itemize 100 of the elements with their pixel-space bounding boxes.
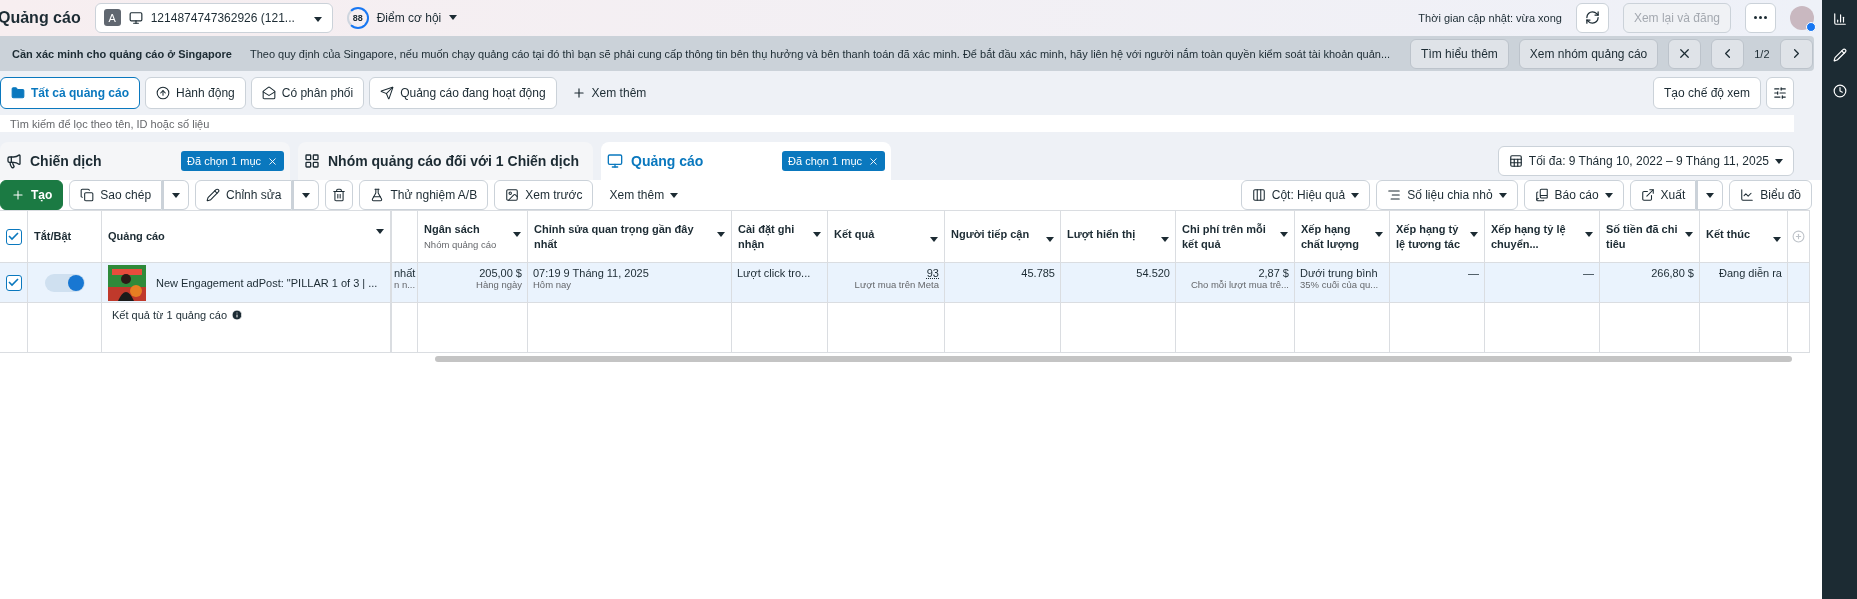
filter-chip[interactable]: Hành động (145, 77, 246, 110)
column-header: Xếp hạng tỷ lệ chuyển... (1491, 221, 1567, 252)
dropdown-button[interactable] (1696, 180, 1724, 211)
filter-chip[interactable]: Quảng cáo đang hoạt động (369, 77, 557, 110)
column-header: Chi phí trên mỗi kết quả (1182, 221, 1267, 252)
more-icon (1754, 16, 1767, 20)
table-cell: 54.520 (1136, 267, 1170, 280)
table-cell: Lượt click tro... (737, 267, 811, 280)
window-icon (607, 153, 623, 170)
banner-message: Theo quy định của Singapore, nếu muốn chạy quảng cáo tại đó thì bạn sẽ phải cung cấp thông tin bên thụ hưởng và bên thanh toán đã xác minh. Để bắt đầu xác minh, hãy liên hệ với người nắm toàn quyền kiểm soát tài khoản quản... (249, 47, 1391, 60)
column-header: Người tiếp cận (951, 227, 1030, 243)
more-filters-button[interactable]: Xem thêm (561, 78, 657, 109)
toolbar-button[interactable]: Thử nghiệm A/B (359, 180, 489, 211)
column-header: Ngân sách (424, 221, 481, 237)
table-cell: 07:19 9 Tháng 11, 2025 (533, 267, 649, 280)
export-icon (1640, 188, 1655, 203)
megaphone-icon (6, 153, 22, 170)
caret-icon (813, 231, 821, 237)
ad-name[interactable]: New Engagement adPost: "PILLAR 1 of 3 | ... (156, 276, 378, 289)
clock-icon[interactable] (1832, 84, 1847, 98)
copy-icon (80, 188, 95, 203)
filter-chip[interactable]: Tất cả quảng cáo (0, 77, 141, 110)
column-header: Xếp hạng chất lượng (1301, 221, 1360, 252)
pencil-icon[interactable] (1832, 48, 1847, 62)
dropdown-button[interactable]: Số liệu chia nhỏ (1376, 180, 1518, 211)
column-header: Kết thúc (1706, 227, 1750, 243)
caret-icon (376, 229, 384, 235)
table-cell: 93 (926, 267, 939, 280)
column-header: Tắt/Bật (34, 229, 72, 245)
info-icon (231, 309, 243, 322)
row-checkbox[interactable] (5, 274, 22, 291)
refresh-icon (1584, 10, 1600, 26)
caret-icon (302, 192, 311, 198)
banner-button[interactable]: Tìm hiểu thêm (1410, 38, 1509, 69)
dropdown-button[interactable]: Cột: Hiệu quả (1240, 180, 1371, 211)
image-icon (505, 188, 520, 203)
level-tab[interactable]: Chiến dịch Đã chọn 1 mục (0, 142, 290, 181)
toolbar-button[interactable]: Sao chép (69, 180, 163, 211)
search-field[interactable]: Tìm kiếm để lọc theo tên, ID hoặc số liệu (0, 115, 1794, 133)
account-selector[interactable]: A 1214874747362926 (121... (94, 2, 333, 33)
trash-icon (332, 188, 347, 203)
cell-caption: 35% cuối của qu... (1300, 279, 1379, 291)
column-header: Lượt hiển thị (1067, 227, 1136, 243)
dropdown-button[interactable] (292, 180, 320, 211)
table-cell: Dưới trung bình (1300, 267, 1378, 280)
cell-caption: Hôm nay (533, 279, 571, 291)
caret-icon (1706, 192, 1715, 198)
caret-icon (670, 192, 679, 198)
caret-icon (1280, 231, 1288, 237)
dropdown-button[interactable]: Báo cáo (1523, 180, 1624, 211)
refresh-button[interactable] (1575, 2, 1609, 33)
report-icon (1534, 188, 1549, 203)
toggle-switch[interactable] (44, 273, 85, 292)
dropdown-button[interactable] (162, 180, 190, 211)
column-subheader: Nhóm quảng cáo (424, 237, 497, 252)
create-view-button[interactable]: Tạo chế độ xem (1652, 77, 1761, 110)
add-column-icon (1792, 230, 1805, 244)
caret-icon (313, 16, 322, 22)
more-button[interactable] (1745, 2, 1776, 33)
banner-button[interactable]: Xem nhóm quảng cáo (1518, 38, 1659, 69)
clear-icon (868, 155, 879, 167)
caret-icon (172, 192, 181, 198)
column-header: Quảng cáo (108, 229, 165, 245)
settings-icon (1773, 86, 1787, 101)
filter-chip[interactable]: Có phân phối (250, 77, 365, 110)
line-chart-icon (1740, 188, 1755, 203)
update-time: Thời gian cập nhật: vừa xong (1418, 11, 1562, 24)
caret-icon (1470, 231, 1478, 237)
create-button[interactable]: Tạo (0, 180, 64, 211)
plus-icon (571, 86, 586, 101)
toolbar-button[interactable]: Biểu đồ (1729, 180, 1812, 211)
table-cell: — (1583, 267, 1594, 280)
cell-caption: n n... (394, 279, 416, 291)
column-header: Kết quả (834, 227, 875, 243)
table-cell: Đang diễn ra (1719, 267, 1782, 280)
date-range-button[interactable]: Tối đa: 9 Tháng 10, 2022 – 9 Tháng 11, 2025 (1497, 146, 1794, 177)
delete-button[interactable] (325, 180, 354, 211)
bar-chart-icon[interactable] (1832, 12, 1847, 26)
folder-icon (11, 86, 25, 101)
selection-badge: Đã chọn 1 mục (782, 151, 885, 172)
table-cell: 2,87 $ (1258, 267, 1289, 280)
calendar-icon (1508, 154, 1523, 169)
account-icon (128, 10, 143, 25)
toolbar-button[interactable]: Xem trước (494, 180, 594, 211)
settings-button[interactable] (1766, 77, 1794, 110)
plus-icon (11, 188, 25, 203)
score-value: 88 (346, 6, 369, 29)
level-tab[interactable]: Quảng cáo Đã chọn 1 mục (601, 142, 891, 181)
level-tab[interactable]: Nhóm quảng cáo đối với 1 Chiến dịch (298, 142, 593, 181)
caret-icon (1161, 237, 1169, 243)
toolbar-button[interactable]: Chỉnh sửa (195, 180, 293, 211)
arrow-up-icon (156, 86, 171, 101)
select-all-checkbox[interactable] (5, 228, 22, 245)
table-cell: 45.785 (1021, 267, 1055, 280)
column-header: Số tiền đã chi tiêu (1606, 221, 1679, 252)
toolbar-button[interactable]: Xuất (1629, 180, 1697, 211)
facebook-badge-icon (1806, 21, 1816, 32)
clear-icon (267, 155, 278, 167)
opportunity-score[interactable]: 88 Điểm cơ hội (346, 6, 458, 29)
horizontal-scrollbar[interactable] (435, 356, 1792, 363)
